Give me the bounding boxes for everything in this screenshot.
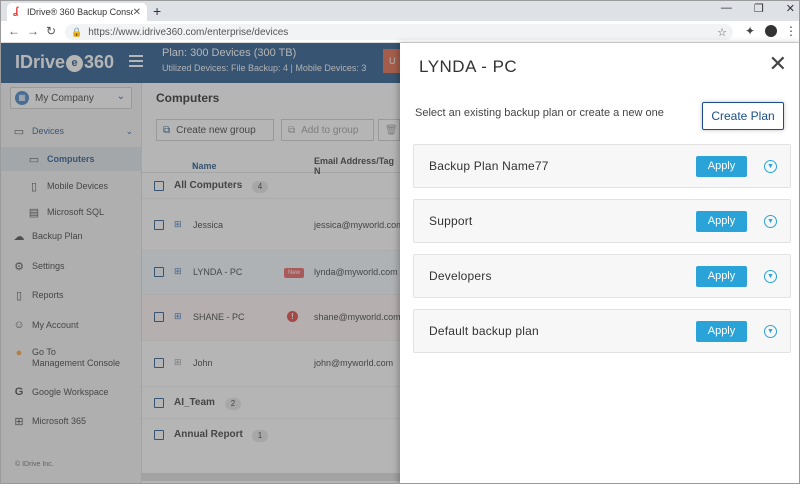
back-icon[interactable]: ← [8, 24, 20, 38]
maximize-icon[interactable]: ❐ [754, 2, 764, 15]
minimize-icon[interactable]: — [721, 2, 732, 15]
chevron-down-circle-icon[interactable]: ▼ [764, 270, 777, 283]
chevron-down-circle-icon[interactable]: ▼ [764, 215, 777, 228]
window-controls: — ❐ ✕ [721, 2, 795, 15]
bookmark-star-icon[interactable]: ☆ [717, 26, 727, 39]
browser-menu-icon[interactable]: ⋮ [785, 24, 797, 38]
plan-name: Default backup plan [429, 324, 539, 338]
plan-name: Backup Plan Name77 [429, 159, 549, 173]
plan-card: Backup Plan Name77 Apply ▼ [413, 144, 791, 188]
plan-card: Default backup plan Apply ▼ [413, 309, 791, 353]
browser-window: ʆ IDrive® 360 Backup Console for ✕ + — ❐… [0, 0, 800, 484]
profile-avatar-icon[interactable] [765, 25, 777, 37]
url-text: https://www.idrive360.com/enterprise/dev… [88, 26, 289, 38]
tab-close-icon[interactable]: ✕ [133, 7, 141, 18]
lock-icon: 🔒 [71, 26, 83, 37]
plan-card: Support Apply ▼ [413, 199, 791, 243]
close-icon[interactable]: ✕ [769, 53, 787, 75]
reload-icon[interactable]: ↻ [46, 24, 56, 38]
plan-card: Developers Apply ▼ [413, 254, 791, 298]
extensions-icon[interactable]: ✦ [745, 24, 755, 38]
assign-plan-panel: LYNDA - PC ✕ Select an existing backup p… [400, 43, 799, 483]
tab-title: IDrive® 360 Backup Console for [27, 7, 133, 17]
chevron-down-circle-icon[interactable]: ▼ [764, 160, 777, 173]
create-plan-button[interactable]: Create Plan [702, 102, 784, 130]
apply-button[interactable]: Apply [696, 211, 747, 232]
plan-name: Developers [429, 269, 492, 283]
panel-title: LYNDA - PC [419, 57, 518, 76]
idrive-favicon-icon: ʆ [13, 6, 19, 17]
panel-subtitle: Select an existing backup plan or create… [415, 107, 664, 119]
modal-backdrop[interactable] [1, 43, 400, 483]
url-field[interactable]: 🔒 https://www.idrive360.com/enterprise/d… [65, 24, 733, 40]
address-bar: ← → ↻ 🔒 https://www.idrive360.com/enterp… [1, 21, 799, 43]
new-tab-icon[interactable]: + [153, 3, 161, 19]
apply-button[interactable]: Apply [696, 156, 747, 177]
browser-tab[interactable]: ʆ IDrive® 360 Backup Console for ✕ [7, 3, 147, 21]
forward-icon[interactable]: → [27, 24, 39, 38]
close-window-icon[interactable]: ✕ [786, 2, 795, 15]
apply-button[interactable]: Apply [696, 266, 747, 287]
apply-button[interactable]: Apply [696, 321, 747, 342]
tab-strip: ʆ IDrive® 360 Backup Console for ✕ + — ❐… [1, 1, 799, 21]
plan-name: Support [429, 214, 473, 228]
chevron-down-circle-icon[interactable]: ▼ [764, 325, 777, 338]
